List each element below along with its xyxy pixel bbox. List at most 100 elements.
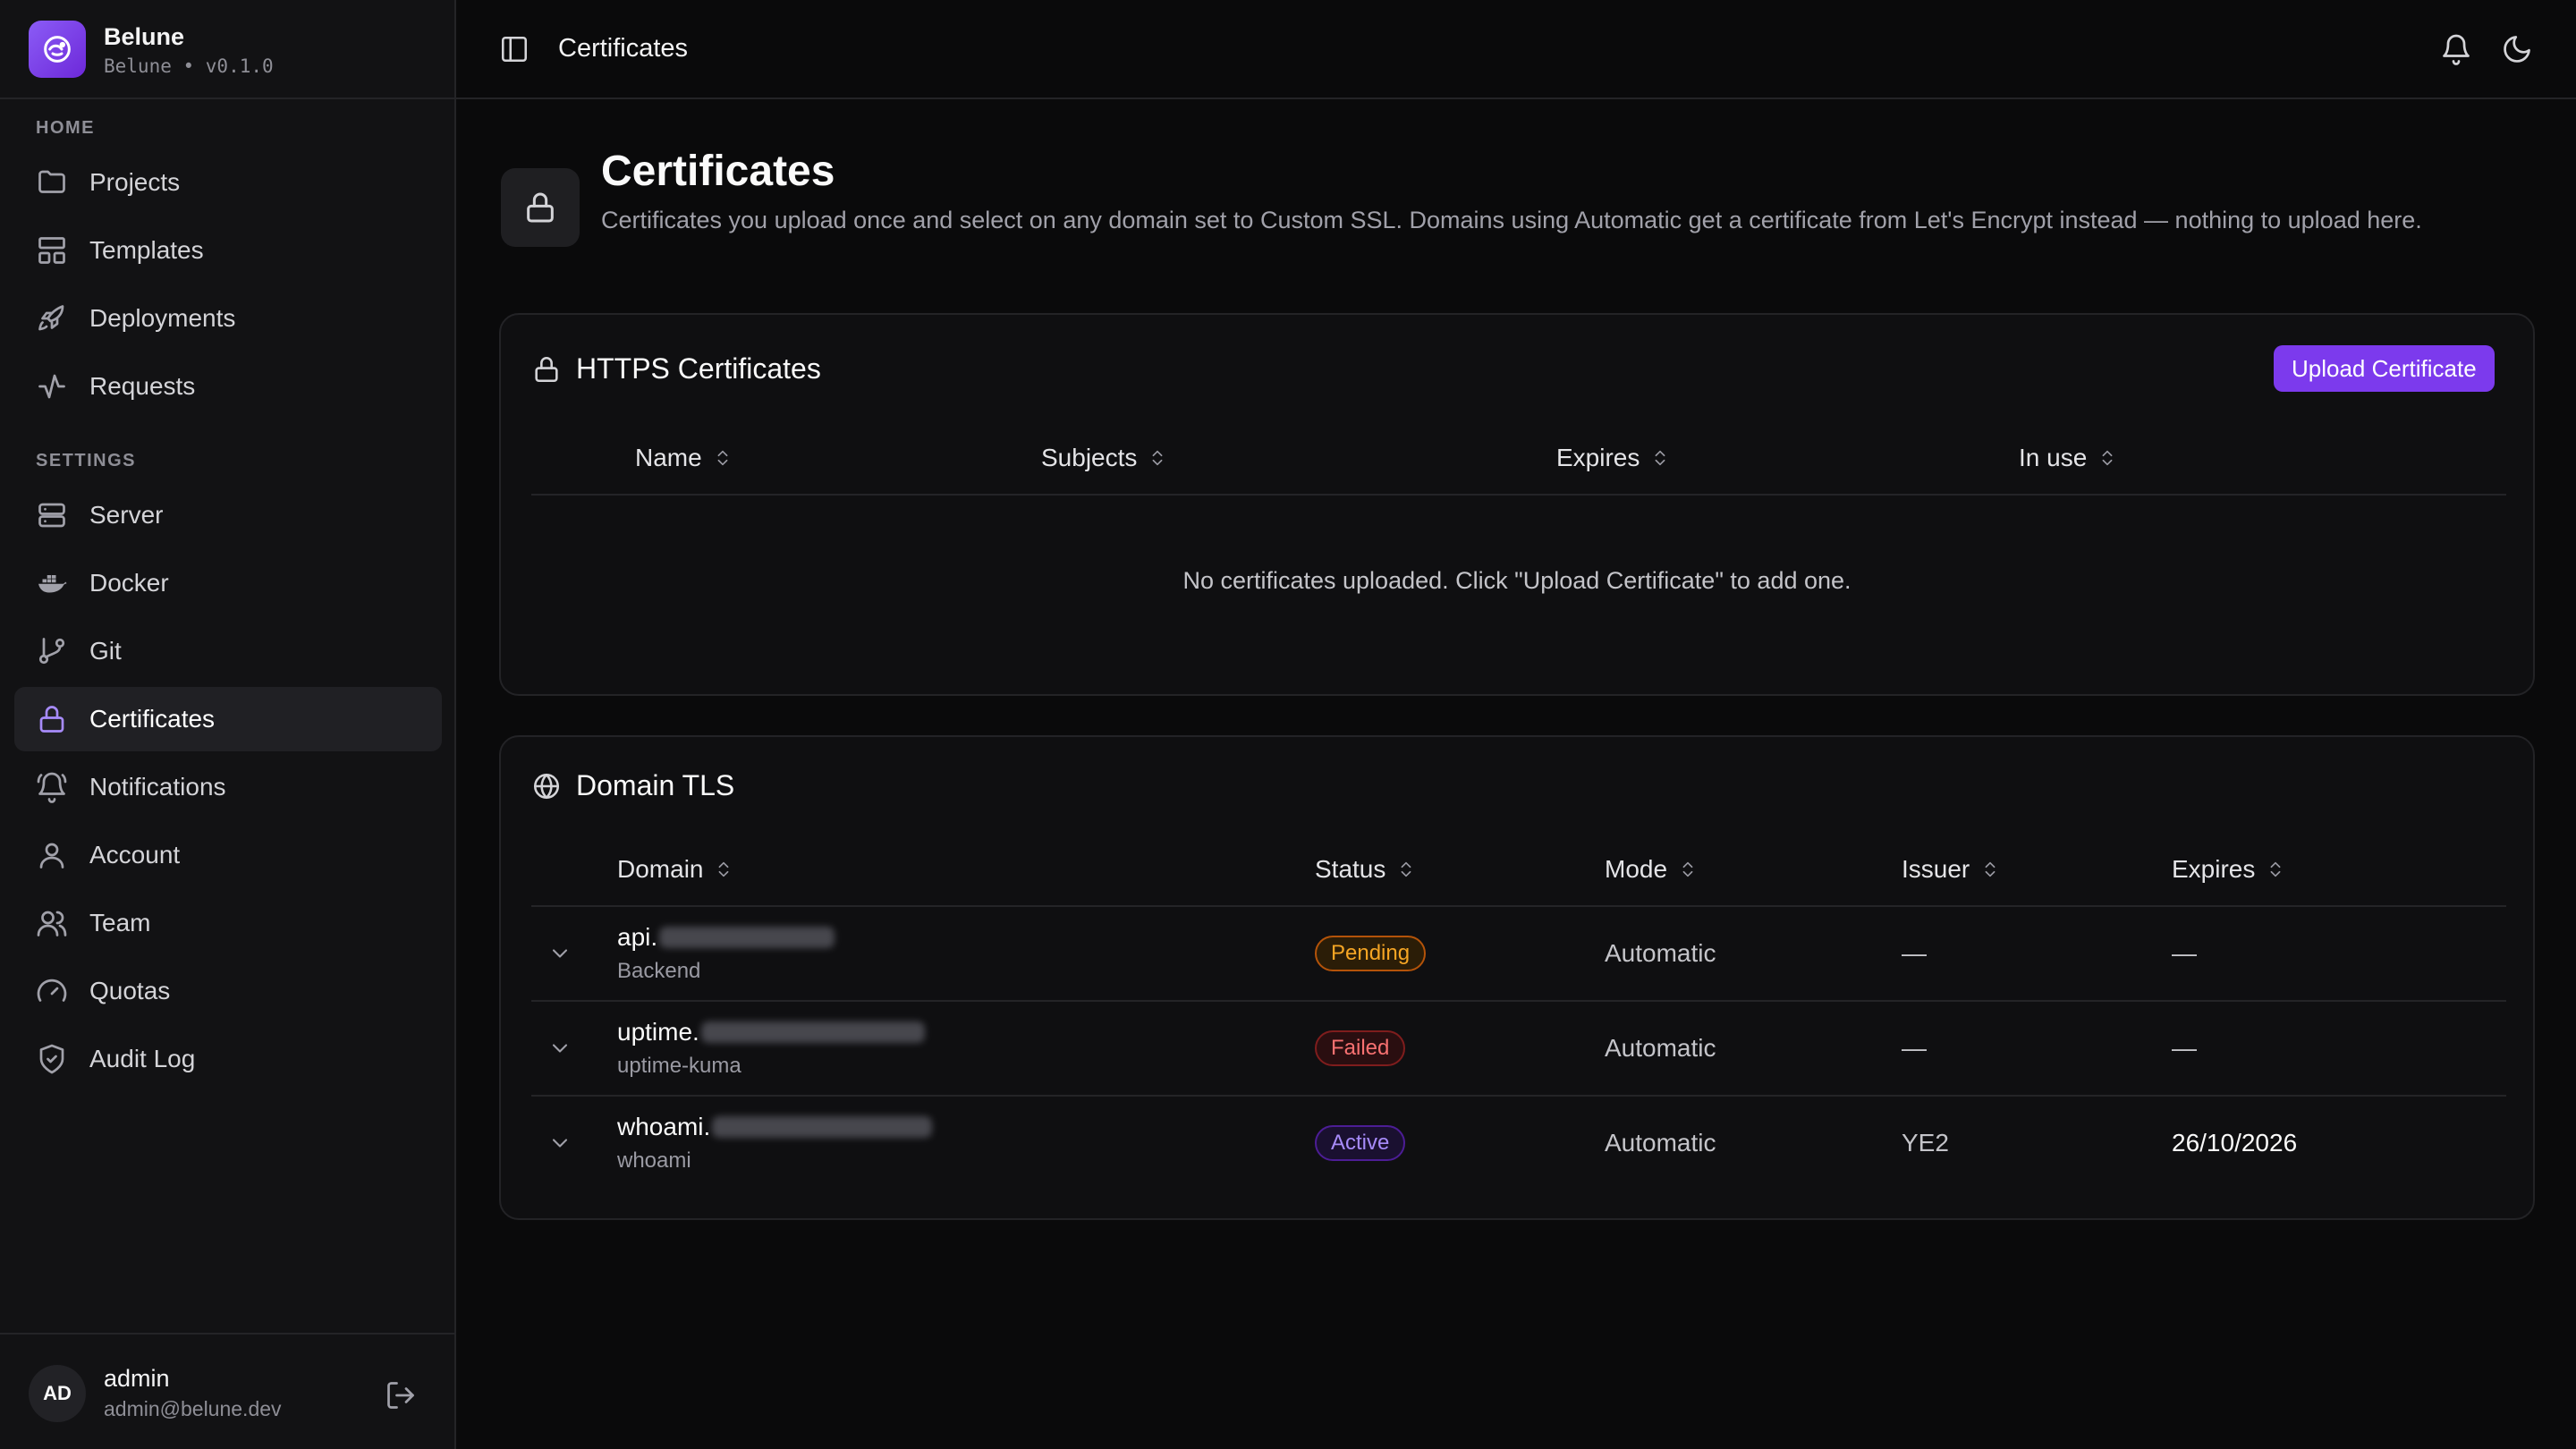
docker-icon xyxy=(38,575,67,593)
column-header-status[interactable]: Status xyxy=(1315,855,1416,884)
column-label: Expires xyxy=(2172,855,2256,883)
sidebar-item-label: Server xyxy=(89,501,164,529)
header-divider xyxy=(531,905,2506,907)
status-badge: Pending xyxy=(1315,936,1427,971)
moon-icon[interactable] xyxy=(2501,33,2533,65)
empty-state-text: No certificates uploaded. Click "Upload … xyxy=(1182,567,1852,594)
chevron-down-icon[interactable] xyxy=(547,1131,572,1156)
chevron-down-icon[interactable] xyxy=(547,941,572,966)
sort-icon xyxy=(717,450,728,466)
nav-section-home: HOME xyxy=(36,118,95,138)
sort-icon xyxy=(1152,450,1163,466)
belune-logo-icon xyxy=(29,21,86,78)
upload-certificate-button[interactable]: Upload Certificate xyxy=(2274,345,2495,392)
issuer-cell: YE2 xyxy=(1902,1129,1949,1157)
sidebar-item-docker[interactable]: Docker xyxy=(14,551,442,615)
sidebar-item-label: Git xyxy=(89,637,122,665)
sidebar-item-git[interactable]: Git xyxy=(14,619,442,683)
user-email: admin@belune.dev xyxy=(104,1397,282,1420)
activity-icon xyxy=(38,374,65,399)
row-divider xyxy=(531,1000,2506,1002)
sidebar-item-audit-log[interactable]: Audit Log xyxy=(14,1027,442,1091)
sort-icon xyxy=(2102,450,2113,466)
card-title: Domain TLS xyxy=(531,769,734,802)
sidebar-item-templates[interactable]: Templates xyxy=(14,218,442,283)
app-name: Belune xyxy=(104,23,185,50)
globe-icon xyxy=(533,773,560,799)
issuer-cell: — xyxy=(1902,1034,1927,1062)
sidebar-item-label: Quotas xyxy=(89,977,171,1004)
column-header-issuer[interactable]: Issuer xyxy=(1902,855,2000,884)
domain-service: uptime-kuma xyxy=(617,1054,741,1078)
column-header-expires[interactable]: Expires xyxy=(2172,855,2285,884)
sidebar-item-projects[interactable]: Projects xyxy=(14,150,442,215)
avatar[interactable]: AD xyxy=(29,1365,86,1422)
app-version: Belune • v0.1.0 xyxy=(104,55,274,77)
lock-icon xyxy=(535,356,558,382)
domain-service: Backend xyxy=(617,959,701,983)
domain-name: whoami. xyxy=(617,1113,933,1141)
sidebar-item-label: Docker xyxy=(89,569,169,597)
sort-icon xyxy=(1985,861,1996,877)
sidebar-item-server[interactable]: Server xyxy=(14,483,442,547)
shield-check-icon xyxy=(39,1044,64,1074)
column-label: Subjects xyxy=(1041,444,1138,471)
column-label: Expires xyxy=(1556,444,1640,471)
domain-prefix: uptime. xyxy=(617,1018,699,1046)
sidebar-item-label: Projects xyxy=(89,168,181,196)
sidebar-item-label: Templates xyxy=(89,236,204,264)
column-header-domain[interactable]: Domain xyxy=(617,855,733,884)
column-header-name[interactable]: Name xyxy=(635,444,733,472)
sidebar-item-requests[interactable]: Requests xyxy=(14,354,442,419)
expires-cell: 26/10/2026 xyxy=(2172,1129,2298,1157)
column-label: Mode xyxy=(1605,855,1668,883)
logout-icon[interactable] xyxy=(385,1379,417,1411)
header-divider xyxy=(531,494,2506,496)
column-header-mode[interactable]: Mode xyxy=(1605,855,1698,884)
status-badge: Failed xyxy=(1315,1030,1406,1066)
sort-icon xyxy=(719,861,729,877)
nav-section-settings: SETTINGS xyxy=(36,451,137,470)
sidebar-item-certificates[interactable]: Certificates xyxy=(14,687,442,751)
column-header-expires[interactable]: Expires xyxy=(1556,444,1670,472)
sort-icon xyxy=(1655,450,1665,466)
domain-name: api. xyxy=(617,923,835,952)
card-title: HTTPS Certificates xyxy=(531,352,821,386)
redacted-domain xyxy=(659,927,835,948)
column-label: Name xyxy=(635,444,702,471)
sidebar-item-quotas[interactable]: Quotas xyxy=(14,959,442,1023)
status-badge: Active xyxy=(1315,1125,1406,1161)
sidebar-item-label: Requests xyxy=(89,372,196,400)
brand-header[interactable]: Belune Belune • v0.1.0 xyxy=(0,0,454,99)
sort-icon xyxy=(1401,861,1411,877)
sidebar-item-label: Certificates xyxy=(89,705,216,733)
page-lock-icon xyxy=(501,168,580,247)
bell-icon[interactable] xyxy=(2440,33,2472,65)
sidebar-item-deployments[interactable]: Deployments xyxy=(14,286,442,351)
expires-cell: — xyxy=(2172,939,2197,967)
column-label: Domain xyxy=(617,855,704,883)
column-header-subjects[interactable]: Subjects xyxy=(1041,444,1167,472)
column-header-in-use[interactable]: In use xyxy=(2019,444,2117,472)
sidebar-item-team[interactable]: Team xyxy=(14,891,442,955)
issuer-cell: — xyxy=(1902,939,1927,967)
sidebar-item-account[interactable]: Account xyxy=(14,823,442,887)
user-footer: AD admin admin@belune.dev xyxy=(0,1333,454,1449)
sidebar-item-label: Account xyxy=(89,841,181,869)
breadcrumb: Certificates xyxy=(558,34,689,63)
sidebar-item-label: Team xyxy=(89,909,151,936)
user-name: admin xyxy=(104,1365,170,1392)
lock-icon xyxy=(39,706,64,733)
server-icon xyxy=(38,503,65,528)
layout-icon xyxy=(38,237,65,264)
sidebar-toggle-icon[interactable] xyxy=(499,34,530,64)
bell-ring-icon xyxy=(37,772,67,803)
domain-prefix: api. xyxy=(617,923,658,951)
card-title-text: Domain TLS xyxy=(576,769,735,801)
sort-icon xyxy=(1682,861,1693,877)
https-certificates-card: HTTPS Certificates Upload Certificate Na… xyxy=(499,313,2535,696)
sidebar-item-notifications[interactable]: Notifications xyxy=(14,755,442,819)
mode-cell: Automatic xyxy=(1605,1129,1716,1157)
sidebar-item-label: Notifications xyxy=(89,773,226,801)
chevron-down-icon[interactable] xyxy=(547,1036,572,1061)
